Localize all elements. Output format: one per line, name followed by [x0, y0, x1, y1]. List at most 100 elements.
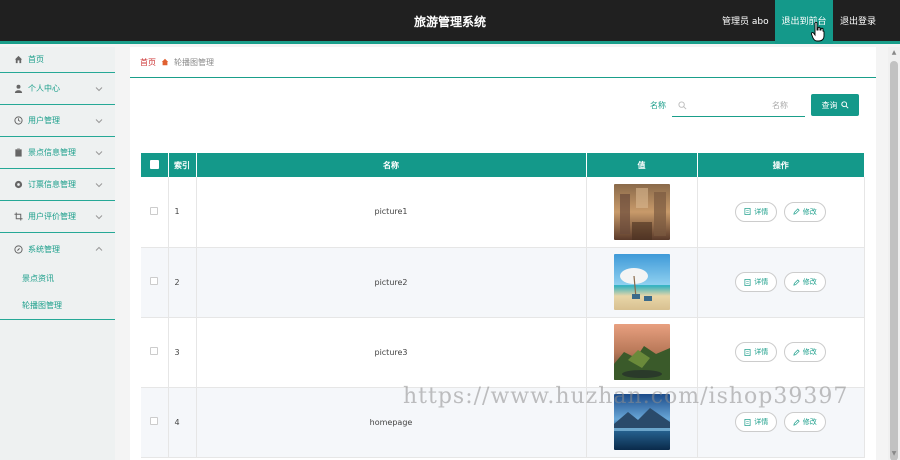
chevron-down-icon [95, 151, 103, 156]
row-checkbox[interactable] [150, 206, 159, 215]
sidebar-item-system-management[interactable]: 系统管理 [0, 233, 115, 265]
detail-button-label: 详情 [754, 418, 769, 426]
scrollbar-thumb[interactable] [890, 61, 898, 460]
row-actions: 详情 修改 [697, 317, 865, 388]
page-scrollbar[interactable]: ▲ ▼ [888, 47, 900, 460]
sidebar-item-user-management[interactable]: 用户管理 [0, 105, 115, 137]
sidebar: 首页 个人中心 用户管理 景点信息管理 订票信息管理 用户评价管理 系统管理 景… [0, 47, 115, 460]
sidebar-item-label: 系统管理 [28, 244, 60, 254]
user-icon [13, 84, 23, 94]
select-all-checkbox[interactable] [149, 159, 159, 169]
detail-button-label: 详情 [754, 348, 769, 356]
document-icon [744, 208, 751, 216]
sidebar-subitem-carousel-management[interactable]: 轮播图管理 [0, 292, 115, 319]
breadcrumb-home[interactable]: 首页 [140, 57, 156, 68]
document-icon [744, 348, 751, 356]
row-checkbox[interactable] [150, 417, 159, 425]
sidebar-item-label: 景点信息管理 [28, 148, 76, 157]
main-content: 首页 轮播图管理 名称 查询 索引 名称 值 操作 1 p [130, 47, 876, 460]
clipboard-icon [13, 148, 23, 158]
search-input[interactable] [672, 95, 805, 117]
row-checkbox[interactable] [150, 277, 159, 285]
home-icon [161, 58, 169, 66]
sidebar-item-label: 用户管理 [28, 116, 60, 125]
table-header-row: 索引 名称 值 操作 [141, 153, 864, 177]
row-index: 4 [168, 387, 197, 458]
carousel-table: 索引 名称 值 操作 1 picture1 详情 修改 2 picture2 详… [141, 153, 865, 458]
chevron-down-icon [95, 87, 103, 92]
edit-button-label: 修改 [802, 348, 817, 356]
document-icon [744, 418, 751, 426]
column-header-index: 索引 [168, 153, 197, 177]
hand-cursor-icon [811, 22, 825, 42]
breadcrumb: 首页 轮播图管理 [130, 47, 876, 78]
detail-button[interactable]: 详情 [735, 201, 778, 222]
table-row: 1 picture1 详情 修改 [141, 177, 865, 248]
sidebar-item-home[interactable]: 首页 [0, 47, 115, 73]
edit-button[interactable]: 修改 [783, 201, 826, 222]
chevron-down-icon [95, 215, 103, 220]
row-value-cell [586, 387, 698, 458]
row-value-cell [586, 317, 698, 388]
chevron-down-icon [95, 183, 103, 188]
breadcrumb-current: 轮播图管理 [174, 57, 214, 67]
detail-button[interactable]: 详情 [735, 272, 778, 292]
top-bar: 旅游管理系统 管理员 abo 退出到前台 退出登录 [0, 0, 900, 44]
thumbnail-image[interactable] [613, 183, 670, 240]
thumbnail-image[interactable] [613, 394, 670, 450]
row-name: homepage [196, 387, 587, 458]
pencil-icon [793, 418, 800, 426]
sidebar-item-review-management[interactable]: 用户评价管理 [0, 201, 115, 233]
sidebar-item-label: 用户评价管理 [28, 212, 76, 221]
search-button[interactable]: 查询 [811, 94, 859, 116]
row-name: picture2 [196, 247, 587, 318]
edit-button[interactable]: 修改 [783, 412, 826, 432]
sidebar-item-label: 首页 [28, 55, 44, 64]
clock-icon [13, 116, 23, 126]
row-actions: 详情 修改 [697, 177, 865, 248]
row-actions: 详情 修改 [697, 247, 865, 318]
search-button-label: 查询 [821, 100, 838, 110]
row-index: 1 [168, 177, 197, 248]
compass-icon [13, 244, 23, 254]
search-icon [840, 101, 849, 109]
detail-button-label: 详情 [754, 278, 769, 286]
edit-button-label: 修改 [802, 207, 817, 216]
search-label: 名称 [650, 101, 666, 110]
row-name: picture3 [196, 317, 587, 388]
edit-button[interactable]: 修改 [783, 272, 826, 292]
select-all-header[interactable] [141, 153, 169, 177]
table-row: 3 picture3 详情 修改 [141, 317, 865, 388]
document-icon [744, 278, 751, 286]
detail-button[interactable]: 详情 [735, 412, 778, 432]
scroll-down-icon[interactable]: ▼ [890, 450, 898, 458]
sidebar-item-scenic-spot-management[interactable]: 景点信息管理 [0, 137, 115, 169]
chevron-down-icon [95, 119, 103, 124]
table-row: 4 homepage 详情 修改 [141, 387, 865, 458]
detail-button[interactable]: 详情 [735, 342, 778, 362]
edit-button[interactable]: 修改 [783, 342, 826, 362]
thumbnail-image[interactable] [613, 254, 670, 310]
pencil-icon [793, 278, 800, 286]
logout-button[interactable]: 退出登录 [833, 0, 883, 44]
crop-icon [13, 212, 23, 222]
location-icon [13, 180, 23, 190]
sidebar-item-personal-center[interactable]: 个人中心 [0, 73, 115, 105]
sidebar-item-ticket-management[interactable]: 订票信息管理 [0, 169, 115, 201]
table-row: 2 picture2 详情 修改 [141, 247, 865, 318]
row-value-cell [586, 177, 698, 248]
search-icon [678, 101, 687, 110]
scroll-up-icon[interactable]: ▲ [890, 49, 898, 57]
chevron-up-icon [95, 246, 103, 251]
system-submenu: 景点资讯 轮播图管理 [0, 265, 115, 320]
pencil-icon [793, 348, 800, 356]
column-header-actions: 操作 [697, 153, 864, 177]
pencil-icon [793, 208, 800, 215]
detail-button-label: 详情 [754, 207, 769, 216]
row-checkbox[interactable] [150, 347, 159, 355]
row-actions: 详情 修改 [697, 387, 865, 458]
sidebar-subitem-scenic-news[interactable]: 景点资讯 [0, 265, 115, 292]
row-value-cell [586, 247, 698, 318]
thumbnail-image[interactable] [613, 324, 670, 380]
row-name: picture1 [196, 177, 587, 248]
